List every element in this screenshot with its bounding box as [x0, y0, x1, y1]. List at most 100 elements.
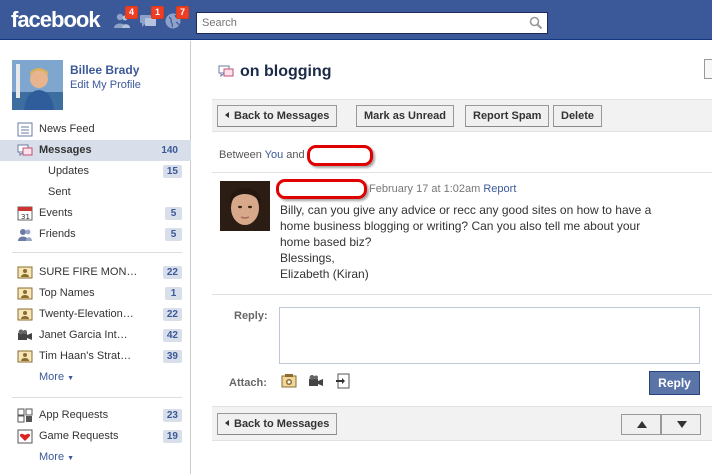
- sidebar-item-label: Events: [39, 207, 73, 219]
- item-count: 39: [162, 350, 182, 363]
- sidebar-item-events[interactable]: 31 Events 5: [0, 203, 191, 224]
- sidebar-item-label: Friends: [39, 228, 76, 240]
- back-label: Back to Messages: [234, 110, 330, 122]
- sidebar-item-page[interactable]: SURE FIRE MONEY… 22: [0, 262, 191, 283]
- divider: [212, 294, 712, 295]
- messages-jewel[interactable]: 1: [139, 6, 164, 30]
- profile-name[interactable]: Billee Brady: [70, 63, 190, 77]
- report-spam-button[interactable]: Report Spam: [465, 105, 550, 127]
- message-line: Elizabeth (Kiran): [280, 267, 369, 281]
- previous-message-button[interactable]: [621, 414, 661, 435]
- sidebar-item-label: Sent: [48, 186, 71, 198]
- reply-button[interactable]: Reply: [649, 371, 700, 395]
- back-label: Back to Messages: [234, 418, 330, 430]
- options-button[interactable]: [704, 59, 712, 79]
- sidebar-item-page[interactable]: Tim Haan's Strat… 39: [0, 346, 191, 367]
- messages-icon: [218, 65, 234, 78]
- updates-count: 15: [162, 165, 182, 178]
- sidebar-item-label: App Requests: [39, 409, 109, 421]
- back-to-messages-button[interactable]: Back to Messages: [217, 105, 338, 127]
- sidebar-item-label: Game Requests: [39, 430, 119, 442]
- sidebar-item-game-requests[interactable]: Game Requests 19: [0, 426, 191, 447]
- nav-main: News Feed Messages 140 Updates 15 Sent 3…: [0, 119, 191, 245]
- svg-text:31: 31: [21, 213, 30, 221]
- sidebar-item-news-feed[interactable]: News Feed: [0, 119, 191, 140]
- mark-as-unread-button[interactable]: Mark as Unread: [356, 105, 454, 127]
- sidebar-item-label: Twenty-Elevation…: [39, 308, 134, 320]
- page-icon: [17, 349, 33, 364]
- redaction-mark: [276, 179, 367, 199]
- message-meta: February 17 at 1:02am Report: [369, 183, 516, 195]
- page-icon: [17, 286, 33, 301]
- sidebar-item-app-requests[interactable]: App Requests 23: [0, 405, 191, 426]
- item-count: 22: [162, 266, 182, 279]
- message-line: home business blogging or writing? Can y…: [280, 219, 641, 233]
- app-requests-count: 23: [162, 409, 182, 422]
- game-requests-icon: [17, 429, 33, 444]
- attach-photo-icon[interactable]: [281, 373, 297, 389]
- attach-link-icon[interactable]: [335, 373, 351, 389]
- more-link[interactable]: More ▼: [0, 367, 191, 387]
- chevron-down-icon: ▼: [67, 455, 75, 462]
- sender-avatar[interactable]: [220, 181, 270, 231]
- arrow-up-icon: [637, 421, 647, 428]
- participants-line: Between You and: [219, 149, 305, 161]
- between-prefix: Between: [219, 149, 262, 161]
- page-icon: [17, 307, 33, 322]
- page-title: on blogging: [240, 63, 332, 80]
- sidebar-item-messages[interactable]: Messages 140: [0, 140, 191, 161]
- more-link[interactable]: More ▼: [0, 447, 191, 467]
- item-count: 42: [162, 329, 182, 342]
- notifications-jewel[interactable]: 7: [164, 6, 189, 30]
- left-sidebar: Billee Brady Edit My Profile News Feed M…: [0, 41, 191, 474]
- participant-you-link[interactable]: You: [265, 149, 284, 161]
- chevron-down-icon: ▼: [67, 375, 75, 382]
- sidebar-item-label: News Feed: [39, 123, 95, 135]
- message-line: Blessings,: [280, 251, 335, 265]
- sidebar-item-updates[interactable]: Updates 15: [0, 161, 191, 182]
- sidebar-item-page[interactable]: Twenty-Elevation… 22: [0, 304, 191, 325]
- news-feed-icon: [17, 122, 33, 137]
- facebook-logo[interactable]: facebook: [11, 7, 101, 33]
- friends-icon: [17, 227, 33, 242]
- attach-video-icon[interactable]: [308, 373, 324, 389]
- more-label: More: [39, 451, 65, 463]
- arrow-left-icon: [225, 420, 229, 426]
- messages-icon: [17, 143, 33, 158]
- sidebar-item-sent[interactable]: Sent: [0, 182, 191, 203]
- arrow-left-icon: [225, 112, 229, 118]
- message-line: home based biz?: [280, 235, 372, 249]
- friend-requests-jewel[interactable]: 4: [113, 6, 138, 30]
- sidebar-item-label: Top Names: [39, 287, 95, 299]
- next-message-button[interactable]: [661, 414, 701, 435]
- sidebar-item-label: Updates: [48, 165, 89, 177]
- friends-count: 5: [165, 228, 182, 241]
- attach-label: Attach:: [229, 377, 267, 389]
- arrow-down-icon: [677, 421, 687, 428]
- avatar[interactable]: [12, 60, 63, 110]
- calendar-icon: 31: [17, 206, 33, 221]
- search-icon[interactable]: [529, 16, 543, 30]
- sidebar-divider: [12, 397, 182, 398]
- sidebar-item-page[interactable]: Top Names 1: [0, 283, 191, 304]
- video-camera-icon: [17, 328, 33, 343]
- item-count: 22: [162, 308, 182, 321]
- delete-button[interactable]: Delete: [553, 105, 603, 127]
- search-input[interactable]: [197, 13, 517, 33]
- sidebar-item-label: Janet Garcia Int…: [39, 329, 128, 341]
- messages-count: 1: [150, 6, 164, 19]
- sidebar-item-label: Tim Haan's Strat…: [39, 350, 132, 362]
- divider: [212, 172, 712, 173]
- reply-textarea[interactable]: [279, 307, 700, 364]
- nav-groups: SURE FIRE MONEY… 22 Top Names 1 Twenty-E…: [0, 262, 191, 387]
- nav-apps: App Requests 23 Game Requests 19 More ▼: [0, 405, 191, 467]
- search-bar[interactable]: [196, 12, 548, 34]
- game-requests-count: 19: [162, 430, 182, 443]
- app-requests-icon: [17, 408, 33, 423]
- events-count: 5: [165, 207, 182, 220]
- report-link[interactable]: Report: [483, 183, 516, 195]
- sidebar-item-page[interactable]: Janet Garcia Int… 42: [0, 325, 191, 346]
- edit-profile-link[interactable]: Edit My Profile: [70, 79, 190, 91]
- back-to-messages-button[interactable]: Back to Messages: [217, 413, 338, 435]
- sidebar-item-friends[interactable]: Friends 5: [0, 224, 191, 245]
